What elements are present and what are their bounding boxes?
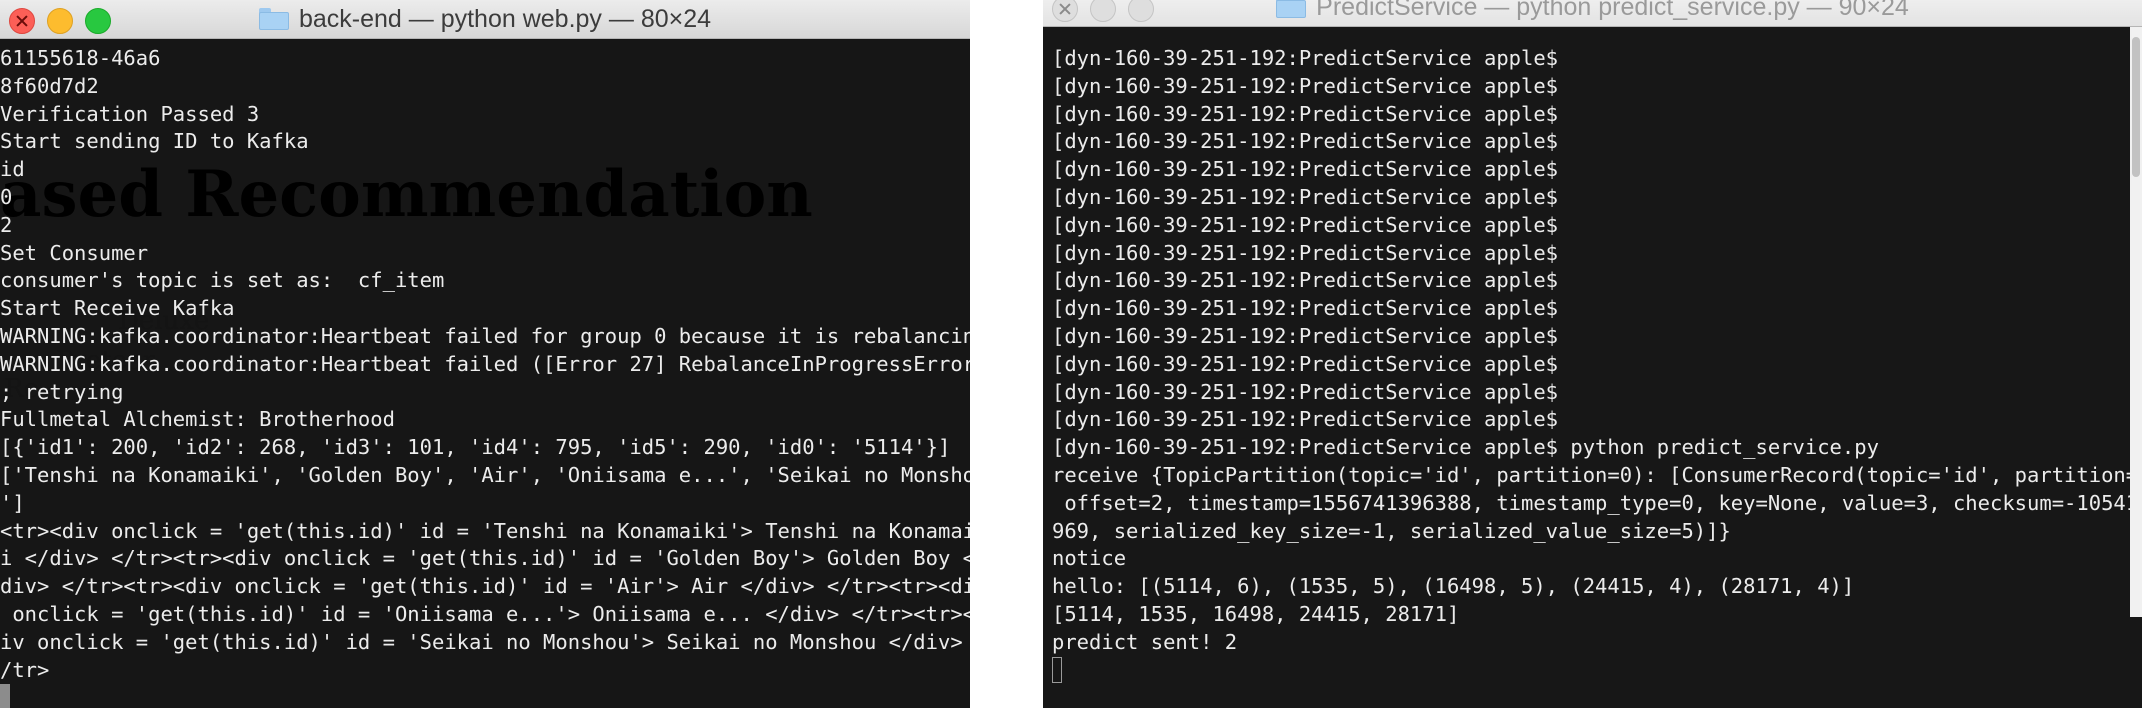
terminal-line: ['Tenshi na Konamaiki', 'Golden Boy', 'A… (0, 462, 970, 487)
terminal-line: [dyn-160-39-251-192:PredictService apple… (1052, 379, 1559, 404)
terminal-line: [dyn-160-39-251-192:PredictService apple… (1052, 157, 1559, 182)
terminal-line: [dyn-160-39-251-192:PredictService apple… (1052, 101, 1559, 126)
terminal-line: [dyn-160-39-251-192:PredictService apple… (1052, 46, 1559, 70)
terminal-line: WARNING:kafka.coordinator:Heartbeat fail… (0, 351, 970, 376)
window-title: back-end — python web.py — 80×24 (298, 4, 712, 33)
terminal-line: predict sent! 2 (1052, 629, 1238, 654)
terminal-line: consumer's topic is set as: cf_item (0, 268, 445, 293)
terminal-line: '] (0, 490, 25, 515)
terminal-line: div> </tr><tr><div onclick = 'get(this.i… (0, 574, 970, 599)
terminal-line: Fullmetal Alchemist: Brotherhood (0, 407, 395, 432)
terminal-line: [dyn-160-39-251-192:PredictService apple… (1052, 351, 1559, 376)
terminal-line: [{'id1': 200, 'id2': 268, 'id3': 101, 'i… (0, 435, 951, 460)
terminal-line: Verification Passed 3 (0, 101, 260, 126)
terminal-window-predict-service[interactable]: [dyn-160-39-251-192:PredictService apple… (1043, 0, 2142, 708)
terminal-line: iv onclick = 'get(this.id)' id = 'Seikai… (0, 629, 970, 654)
terminal-line: 969, serialized_key_size=-1, serialized_… (1052, 518, 1731, 543)
terminal-line: [dyn-160-39-251-192:PredictService apple… (1052, 435, 1879, 460)
desktop-gap (970, 0, 1043, 708)
terminal-window-back-end[interactable]: ased Recommendation Deluxe Pretear Re 61… (0, 0, 970, 708)
terminal-line: Start Receive Kafka (0, 296, 235, 321)
terminal-line: notice (1052, 546, 1127, 571)
terminal-line: id (0, 157, 25, 182)
terminal-line: /tr> (0, 657, 50, 682)
terminal-line: 0 (0, 184, 13, 209)
terminal-output[interactable]: 61155618-46a6 8f60d7d2 Verification Pass… (0, 45, 970, 708)
terminal-line: <tr><div onclick = 'get(this.id)' id = '… (0, 518, 970, 543)
terminal-line: [dyn-160-39-251-192:PredictService apple… (1052, 323, 1559, 348)
terminal-line: [dyn-160-39-251-192:PredictService apple… (1052, 268, 1559, 293)
terminal-line: Start sending ID to Kafka (0, 129, 309, 154)
terminal-line: offset=2, timestamp=1556741396388, times… (1052, 490, 2142, 515)
terminal-line: 61155618-46a6 (0, 46, 161, 70)
scrollbar[interactable] (2130, 27, 2142, 617)
terminal-line: 2 (0, 212, 13, 237)
terminal-cursor (0, 684, 10, 708)
terminal-line: [dyn-160-39-251-192:PredictService apple… (1052, 407, 1559, 432)
scrollbar-thumb[interactable] (2132, 37, 2140, 177)
terminal-line: [dyn-160-39-251-192:PredictService apple… (1052, 240, 1559, 265)
terminal-line: WARNING:kafka.coordinator:Heartbeat fail… (0, 323, 970, 348)
terminal-line: [5114, 1535, 16498, 24415, 28171] (1052, 601, 1460, 626)
titlebar[interactable]: back-end — python web.py — 80×24 (0, 0, 970, 39)
titlebar[interactable]: PredictService — python predict_service.… (1043, 0, 2142, 27)
terminal-cursor (1052, 656, 1062, 683)
terminal-line: [dyn-160-39-251-192:PredictService apple… (1052, 73, 1559, 98)
terminal-line: i </div> </tr><tr><div onclick = 'get(th… (0, 546, 970, 571)
terminal-line: 8f60d7d2 (0, 73, 99, 98)
terminal-line: [dyn-160-39-251-192:PredictService apple… (1052, 212, 1559, 237)
terminal-line: [dyn-160-39-251-192:PredictService apple… (1052, 296, 1559, 321)
terminal-line: [dyn-160-39-251-192:PredictService apple… (1052, 184, 1559, 209)
terminal-line: Set Consumer (0, 240, 149, 265)
terminal-line: hello: [(5114, 6), (1535, 5), (16498, 5)… (1052, 574, 1855, 599)
folder-icon (258, 8, 289, 30)
folder-icon (1276, 0, 1307, 18)
terminal-line: ; retrying (0, 379, 124, 404)
terminal-line: onclick = 'get(this.id)' id = 'Oniisama … (0, 601, 970, 626)
terminal-output[interactable]: [dyn-160-39-251-192:PredictService apple… (1052, 45, 2142, 684)
terminal-line: receive {TopicPartition(topic='id', part… (1052, 462, 2142, 487)
terminal-line: [dyn-160-39-251-192:PredictService apple… (1052, 129, 1559, 154)
window-title: PredictService — python predict_service.… (1316, 0, 1909, 21)
